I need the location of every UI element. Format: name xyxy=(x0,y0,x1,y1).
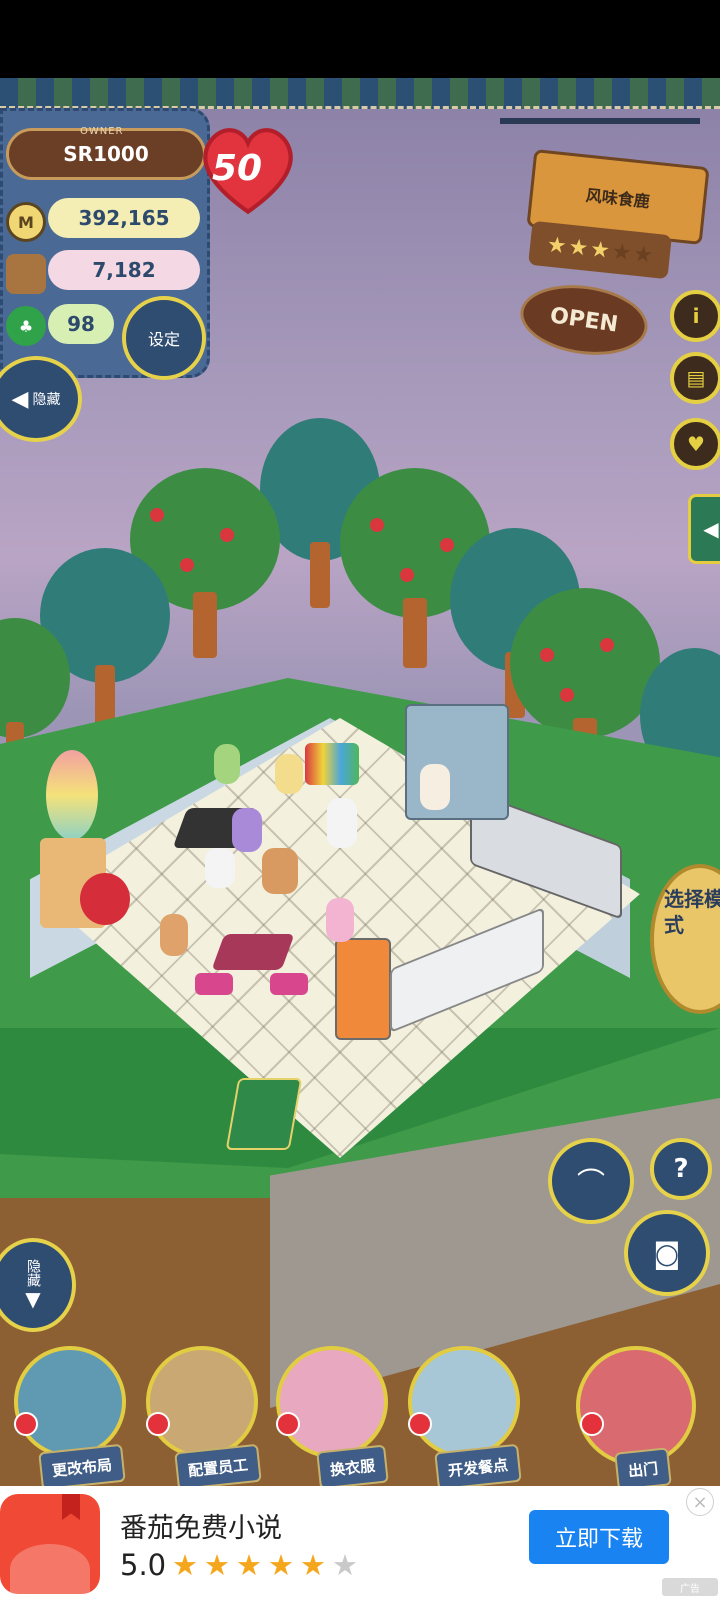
pin-icon xyxy=(276,1412,300,1436)
arrow-down-icon: ▼ xyxy=(25,1287,41,1311)
floor-cushion[interactable] xyxy=(195,973,233,995)
bear-character[interactable] xyxy=(262,848,298,894)
pin-icon xyxy=(146,1412,170,1436)
app-icon[interactable] xyxy=(0,1494,100,1594)
bottom-label-text: 出门 xyxy=(627,1458,659,1481)
hide-top-button[interactable]: ◀ 隐藏 xyxy=(0,356,82,442)
heart-icon: ♥ xyxy=(687,432,705,456)
camera-icon: ◙ xyxy=(653,1236,681,1270)
strawberry-decoration[interactable] xyxy=(80,873,130,925)
menu-board[interactable] xyxy=(225,1078,303,1150)
clover-value: 98 xyxy=(67,312,95,336)
food-basket-icon xyxy=(6,254,46,294)
ad-banner[interactable]: 番茄免费小说 5.0 ★★★★★★ 立即下载 × 广告 xyxy=(0,1486,720,1600)
owner-name: SR1000 xyxy=(63,142,149,166)
pin-icon xyxy=(14,1412,38,1436)
open-status: OPEN xyxy=(548,302,620,338)
side-drawer-tab[interactable]: ◀ xyxy=(688,494,720,564)
help-icon: ? xyxy=(673,1154,689,1184)
change-layout-button[interactable] xyxy=(14,1346,126,1458)
download-label: 立即下载 xyxy=(554,1527,643,1552)
hat-icon: ⌒ xyxy=(576,1166,605,1199)
book-icon: ▤ xyxy=(686,366,706,390)
camera-button[interactable]: ◙ xyxy=(624,1210,710,1296)
pin-icon xyxy=(408,1412,432,1436)
staff-label: 配置员工 xyxy=(174,1443,262,1486)
owner-tag: OWNER xyxy=(80,126,124,137)
bookmark-icon xyxy=(62,1494,80,1520)
develop-dishes-label: 开发餐点 xyxy=(434,1443,522,1486)
ad-badge: 广告 xyxy=(662,1578,718,1596)
arrow-left-icon: ◀ xyxy=(11,386,29,412)
status-bar xyxy=(0,0,720,78)
favorites-button[interactable]: ♥ xyxy=(670,418,720,470)
food-counter: 7,182 xyxy=(48,250,200,290)
help-button[interactable]: ? xyxy=(650,1138,712,1200)
star-empty-icon: ★ xyxy=(332,1548,364,1582)
sign-bracket xyxy=(500,118,700,138)
star-empty-icon: ★ xyxy=(632,241,655,269)
info-icon: i xyxy=(692,304,700,328)
star-empty-icon: ★ xyxy=(610,238,633,266)
arrow-left-icon: ◀ xyxy=(703,517,719,541)
ad-rating: 5.0 xyxy=(120,1548,167,1582)
ad-stars: ★★★★★★ xyxy=(172,1548,364,1582)
select-mode-label: 选择模式 xyxy=(664,887,720,937)
change-clothes-label: 换衣服 xyxy=(316,1444,389,1486)
bear-character[interactable] xyxy=(205,848,235,888)
food-value: 7,182 xyxy=(92,258,156,282)
change-layout-label: 更改布局 xyxy=(38,1443,126,1486)
bear-character[interactable] xyxy=(160,914,188,956)
download-button[interactable]: 立即下载 xyxy=(529,1510,669,1564)
bear-character[interactable] xyxy=(327,798,357,848)
hide-bottom-label: 隐藏 xyxy=(25,1259,41,1287)
ad-badge-label: 广告 xyxy=(680,1583,700,1595)
bunny-character[interactable] xyxy=(232,808,262,852)
low-table[interactable] xyxy=(211,934,295,970)
go-out-button[interactable] xyxy=(576,1346,696,1466)
close-glyph: × xyxy=(692,1491,708,1513)
staff-button[interactable] xyxy=(146,1346,258,1458)
change-clothes-button[interactable] xyxy=(276,1346,388,1458)
develop-dishes-button[interactable] xyxy=(408,1346,520,1458)
cat-waiter-character[interactable] xyxy=(420,764,450,810)
bottom-label-text: 换衣服 xyxy=(329,1456,376,1479)
hat-button[interactable]: ⌒ xyxy=(548,1138,634,1224)
colorful-table[interactable] xyxy=(305,743,359,785)
easter-egg-decoration[interactable] xyxy=(46,750,98,840)
ad-title[interactable]: 番茄免费小说 xyxy=(120,1506,282,1545)
money-icon: M xyxy=(6,202,46,242)
bunny-character[interactable] xyxy=(326,898,354,942)
refrigerator[interactable] xyxy=(335,938,391,1040)
tomato-icon xyxy=(10,1544,90,1594)
floor-cushion[interactable] xyxy=(270,973,308,995)
clover-icon: ♣ xyxy=(6,306,46,346)
bottom-label-text: 更改布局 xyxy=(51,1455,113,1480)
money-value: 392,165 xyxy=(78,206,170,230)
clover-counter: 98 xyxy=(48,304,114,344)
top-bunting xyxy=(0,78,720,109)
settings-button[interactable]: 设定 xyxy=(122,296,206,380)
bear-character[interactable] xyxy=(275,754,303,794)
pin-icon xyxy=(580,1412,604,1436)
game-scene[interactable]: SR1000 OWNER 50 M 392,165 7,182 ♣ 98 设定 … xyxy=(0,78,720,1486)
bottom-label-text: 开发餐点 xyxy=(447,1455,509,1480)
close-icon[interactable]: × xyxy=(686,1488,714,1516)
recipe-book-button[interactable]: ▤ xyxy=(670,352,720,404)
star-icon: ★ xyxy=(545,231,568,259)
money-counter: 392,165 xyxy=(48,198,200,238)
hide-top-label: 隐藏 xyxy=(32,392,61,408)
go-out-label: 出门 xyxy=(614,1447,672,1486)
bear-character[interactable] xyxy=(214,744,240,784)
restaurant-name: 风味食鹿 xyxy=(585,185,651,212)
settings-label: 设定 xyxy=(147,330,180,349)
star-icon: ★ xyxy=(567,234,590,262)
bottom-label-text: 配置员工 xyxy=(187,1455,249,1480)
open-sign[interactable]: OPEN xyxy=(515,277,653,363)
info-button[interactable]: i xyxy=(670,290,720,342)
star-icon: ★ xyxy=(588,236,612,264)
level-number: 50 xyxy=(212,148,263,189)
star-icons: ★★★★★ xyxy=(172,1548,332,1582)
